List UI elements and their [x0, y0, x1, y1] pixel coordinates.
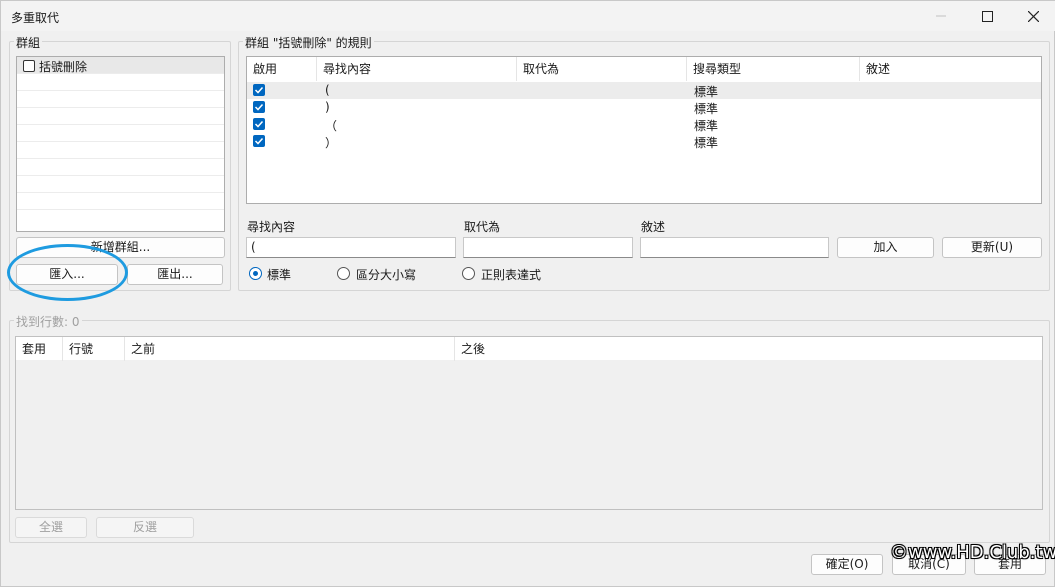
window-title: 多重取代: [11, 11, 60, 25]
minimize-icon: [936, 15, 946, 17]
radio-standard-label: 標準: [267, 268, 292, 282]
table-row[interactable]: ( 標準: [247, 82, 1041, 99]
groups-label: 群組: [14, 34, 43, 51]
results-table[interactable]: 套用 行號 之前 之後: [15, 336, 1043, 510]
table-row[interactable]: ) 標準: [247, 99, 1041, 116]
radio-standard[interactable]: [249, 267, 262, 280]
rules-col-enabled[interactable]: 啟用: [247, 57, 317, 81]
rules-col-replace[interactable]: 取代為: [517, 57, 687, 81]
group-item-checkbox[interactable]: [23, 60, 35, 72]
checkmark-icon: [254, 120, 264, 128]
table-row[interactable]: （ 標準: [247, 116, 1041, 133]
rule-type: 標準: [694, 136, 719, 150]
list-item: [17, 125, 224, 142]
checkmark-icon: [254, 137, 264, 145]
rules-table[interactable]: 啟用 尋找內容 取代為 搜尋類型 敘述 ( 標準 ) 標準 （ 標準 ） 標準: [246, 56, 1042, 204]
list-item: [17, 91, 224, 108]
rule-enabled-checkbox[interactable]: [253, 118, 265, 130]
maximize-icon: [981, 10, 993, 22]
list-item: [17, 193, 224, 210]
select-all-button[interactable]: 全選: [15, 517, 87, 538]
import-button[interactable]: 匯入...: [16, 264, 118, 285]
find-input[interactable]: (: [246, 237, 456, 258]
rule-find: (: [325, 83, 330, 97]
rule-type: 標準: [694, 85, 719, 99]
rules-label: 群組 "括號刪除" 的規則: [243, 34, 374, 51]
checkmark-icon: [254, 86, 264, 94]
find-label: 尋找內容: [247, 220, 296, 234]
group-item-0[interactable]: 括號刪除: [17, 57, 224, 74]
rules-table-header: 啟用 尋找內容 取代為 搜尋類型 敘述: [247, 57, 1041, 81]
minimize-button[interactable]: [918, 1, 964, 31]
rule-enabled-checkbox[interactable]: [253, 84, 265, 96]
table-row[interactable]: ） 標準: [247, 133, 1041, 150]
rule-enabled-checkbox[interactable]: [253, 101, 265, 113]
results-col-apply[interactable]: 套用: [16, 337, 63, 361]
list-item: [17, 142, 224, 159]
radio-regex-label: 正則表達式: [481, 268, 542, 282]
add-rule-button[interactable]: 加入: [837, 237, 934, 258]
invert-selection-button[interactable]: 反選: [96, 517, 194, 538]
replace-input[interactable]: [463, 237, 633, 258]
export-button[interactable]: 匯出...: [127, 264, 223, 285]
rule-type: 標準: [694, 119, 719, 133]
rule-type: 標準: [694, 102, 719, 116]
radio-case-sensitive[interactable]: [337, 267, 350, 280]
results-col-line[interactable]: 行號: [63, 337, 125, 361]
checkmark-icon: [254, 103, 264, 111]
groups-list[interactable]: 括號刪除: [16, 56, 225, 232]
radio-regex[interactable]: [462, 267, 475, 280]
replace-label: 取代為: [464, 220, 501, 234]
rules-col-type[interactable]: 搜尋類型: [687, 57, 860, 81]
rule-find: ）: [325, 136, 338, 150]
multi-replace-window: 多重取代 群組 括號刪除 新增群組... 匯入... 匯出... 群組 "括號刪…: [0, 0, 1055, 587]
radio-case-label: 區分大小寫: [356, 268, 417, 282]
results-col-before[interactable]: 之前: [125, 337, 455, 361]
desc-input[interactable]: [640, 237, 829, 258]
results-table-header: 套用 行號 之前 之後: [16, 337, 1042, 361]
list-item: [17, 159, 224, 176]
group-item-label: 括號刪除: [39, 60, 88, 74]
rules-col-find[interactable]: 尋找內容: [317, 57, 517, 81]
desc-label: 敘述: [641, 220, 666, 234]
rules-col-desc[interactable]: 敘述: [860, 57, 1041, 81]
add-group-button[interactable]: 新增群組...: [16, 237, 225, 258]
rule-enabled-checkbox[interactable]: [253, 135, 265, 147]
watermark: ©www.HD.Club.tw: [890, 542, 1055, 563]
title-bar: 多重取代: [1, 1, 1055, 31]
update-rule-button[interactable]: 更新(U): [942, 237, 1042, 258]
rule-find: ): [325, 100, 330, 114]
close-button[interactable]: [1010, 1, 1055, 31]
results-label: 找到行數: 0: [14, 313, 82, 330]
ok-button[interactable]: 確定(O): [811, 554, 883, 575]
maximize-button[interactable]: [964, 1, 1010, 31]
list-item: [17, 74, 224, 91]
results-col-after[interactable]: 之後: [455, 337, 1042, 361]
list-item: [17, 176, 224, 193]
rule-find: （: [325, 119, 338, 133]
close-icon: [1027, 10, 1039, 22]
list-item: [17, 108, 224, 125]
